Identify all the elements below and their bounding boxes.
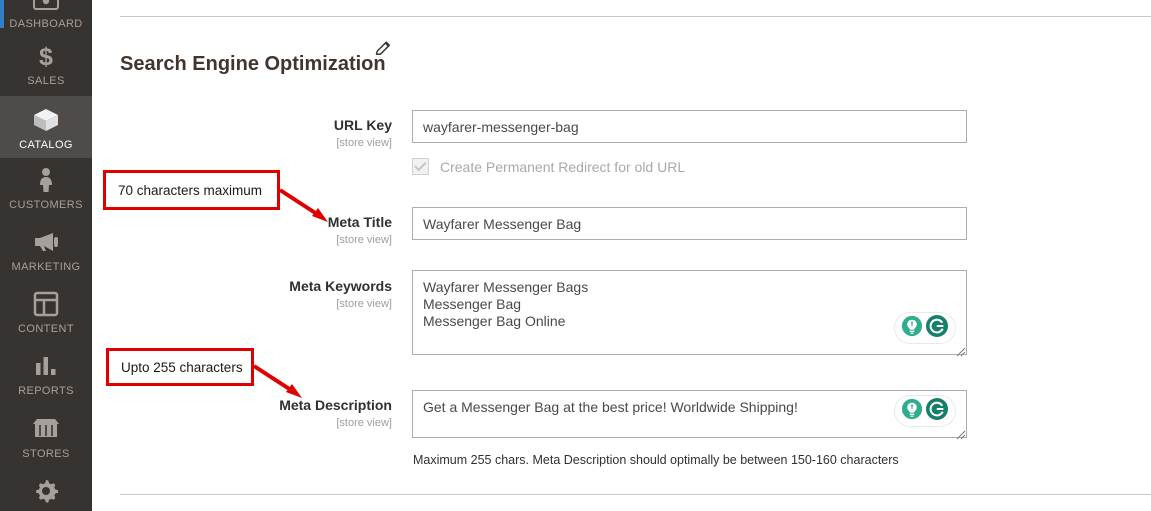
grammarly-g-icon[interactable] xyxy=(925,314,949,343)
meta-title-scope: [store view] xyxy=(336,234,392,246)
url-key-scope: [store view] xyxy=(336,137,392,149)
lightbulb-icon[interactable] xyxy=(901,315,923,342)
meta-title-label-text: Meta Title xyxy=(327,214,392,230)
create-redirect-row[interactable]: Create Permanent Redirect for old URL xyxy=(412,158,685,175)
url-key-input[interactable] xyxy=(412,110,967,143)
meta-title-label: Meta Title [store view] xyxy=(122,214,392,248)
sidebar-item-label: STORES xyxy=(22,448,70,460)
svg-text:$: $ xyxy=(39,43,53,70)
sidebar-item-label: SALES xyxy=(27,75,65,87)
meta-description-helper-text: Maximum 255 chars. Meta Description shou… xyxy=(413,453,899,467)
sidebar-item-sales[interactable]: $ SALES xyxy=(0,40,92,90)
dollar-icon: $ xyxy=(34,40,58,72)
dashboard-icon xyxy=(33,0,59,15)
storefront-icon xyxy=(31,413,61,445)
sidebar-item-label: DASHBOARD xyxy=(9,18,83,30)
meta-description-textarea[interactable] xyxy=(412,390,967,438)
sidebar-item-dashboard[interactable]: DASHBOARD xyxy=(0,0,92,30)
url-key-label: URL Key [store view] xyxy=(122,117,392,151)
meta-keywords-label: Meta Keywords [store view] xyxy=(122,278,392,312)
sidebar-item-stores[interactable]: STORES xyxy=(0,413,92,465)
checkmark-icon xyxy=(414,161,427,172)
annotation-box-meta-description: Upto 255 characters xyxy=(106,348,254,386)
megaphone-icon xyxy=(31,226,61,258)
lightbulb-icon[interactable] xyxy=(901,398,923,425)
box-icon xyxy=(31,104,61,136)
layout-icon xyxy=(33,288,59,320)
url-key-label-text: URL Key xyxy=(333,117,392,133)
person-icon xyxy=(36,164,56,196)
sidebar-item-label: CUSTOMERS xyxy=(9,199,83,211)
pencil-icon[interactable] xyxy=(373,39,393,59)
meta-description-scope: [store view] xyxy=(336,417,392,429)
sidebar-item-system[interactable]: SYSTEM xyxy=(0,475,92,511)
meta-keywords-scope: [store view] xyxy=(336,298,392,310)
grammarly-badge-keywords[interactable] xyxy=(895,313,955,343)
sidebar-item-label: CONTENT xyxy=(18,323,74,335)
meta-description-label: Meta Description [store view] xyxy=(122,397,392,431)
create-redirect-label: Create Permanent Redirect for old URL xyxy=(440,158,686,175)
annotation-box-meta-title: 70 characters maximum xyxy=(103,170,280,210)
meta-keywords-label-text: Meta Keywords xyxy=(289,278,392,294)
sidebar-item-label: MARKETING xyxy=(11,261,81,273)
create-redirect-checkbox[interactable] xyxy=(412,158,429,175)
sidebar-item-marketing[interactable]: MARKETING xyxy=(0,226,92,278)
sidebar-item-content[interactable]: CONTENT xyxy=(0,288,92,340)
sidebar-item-reports[interactable]: REPORTS xyxy=(0,350,92,402)
sidebar-item-label: CATALOG xyxy=(19,139,73,151)
bottom-divider xyxy=(120,494,1151,495)
page-root: DASHBOARD $ SALES CATALOG CUSTOMERS MARK… xyxy=(0,0,1151,511)
grammarly-g-icon[interactable] xyxy=(925,397,949,426)
seo-section-panel: Search Engine Optimization URL Key [stor… xyxy=(92,0,1151,511)
sidebar-item-catalog[interactable]: CATALOG xyxy=(0,96,92,158)
sidebar-item-label: REPORTS xyxy=(18,385,74,397)
grammarly-badge-description[interactable] xyxy=(895,396,955,426)
meta-description-label-text: Meta Description xyxy=(279,397,392,413)
gear-icon xyxy=(33,475,59,507)
admin-sidebar: DASHBOARD $ SALES CATALOG CUSTOMERS MARK… xyxy=(0,0,92,511)
page-title: Search Engine Optimization xyxy=(120,52,386,75)
meta-keywords-textarea[interactable] xyxy=(412,270,967,355)
bar-chart-icon xyxy=(33,350,59,382)
sidebar-item-customers[interactable]: CUSTOMERS xyxy=(0,164,92,216)
top-divider xyxy=(120,16,1151,17)
meta-title-input[interactable] xyxy=(412,207,967,240)
